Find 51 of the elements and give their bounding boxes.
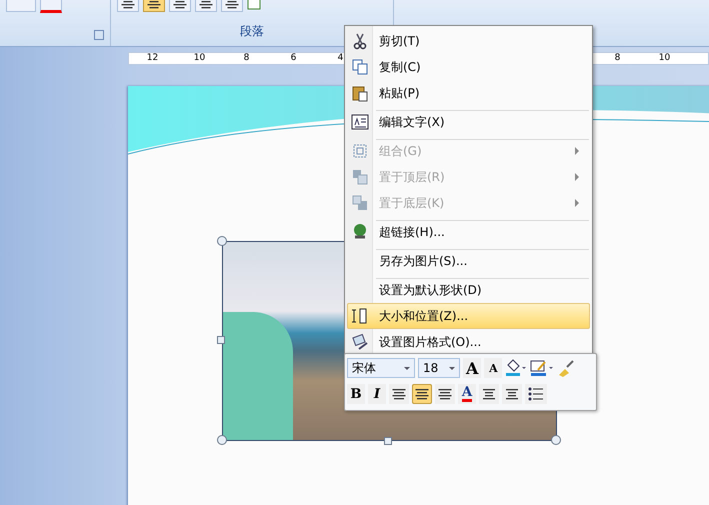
resize-handle[interactable] [217, 435, 227, 445]
bullet-list-icon [528, 387, 544, 401]
align-button[interactable] [435, 384, 455, 404]
lines-icon [225, 0, 239, 10]
globe-link-icon [351, 223, 369, 241]
dialog-launcher-icon[interactable] [94, 30, 104, 40]
menu-item[interactable]: 设置图片格式(O)... [347, 329, 590, 355]
lines-icon [392, 387, 406, 401]
lines-icon [121, 0, 135, 10]
resize-handle[interactable] [217, 336, 225, 344]
group-icon [351, 142, 369, 160]
resize-handle[interactable] [217, 236, 227, 246]
increase-indent-button[interactable] [502, 384, 522, 404]
size-icon [351, 307, 369, 325]
submenu-arrow-icon [575, 199, 579, 207]
fill-color-icon[interactable] [505, 359, 528, 377]
layers-icon [351, 168, 369, 186]
font-color-button[interactable]: A [458, 384, 476, 404]
paste-icon [351, 84, 369, 102]
lines-icon [147, 0, 161, 10]
resize-handle[interactable] [384, 437, 392, 445]
lines-icon [415, 387, 429, 401]
submenu-arrow-icon [575, 173, 579, 181]
bullets-button[interactable] [525, 384, 547, 404]
menu-item[interactable]: 剪切(T) [347, 28, 590, 54]
align-button[interactable] [389, 384, 409, 404]
group-label: 段落 [240, 23, 264, 40]
scissors-icon [351, 32, 369, 50]
bold-button[interactable]: B [347, 384, 365, 404]
lines-icon [199, 0, 213, 10]
grow-font-button[interactable]: A [463, 358, 482, 378]
menu-item[interactable]: 粘贴(P) [347, 80, 590, 106]
format-picture-icon [351, 333, 369, 351]
font-field[interactable]: 宋体 [347, 358, 415, 378]
text-box-icon [351, 113, 369, 131]
lines-icon [438, 387, 452, 401]
shrink-font-button[interactable]: A [484, 358, 502, 378]
menu-item[interactable]: 大小和位置(Z)... [347, 303, 590, 329]
align-button[interactable] [412, 384, 432, 404]
italic-button[interactable]: I [368, 384, 386, 404]
lines-icon [505, 387, 519, 401]
format-painter-icon[interactable] [557, 359, 576, 377]
submenu-arrow-icon [575, 147, 579, 155]
lines-icon [173, 0, 187, 10]
lines-icon [482, 387, 496, 401]
line-color-icon[interactable] [530, 359, 554, 377]
size-field[interactable]: 18 [418, 358, 460, 378]
resize-handle[interactable] [551, 435, 561, 445]
copy-icon [351, 58, 369, 76]
decrease-indent-button[interactable] [479, 384, 499, 404]
layers-icon [351, 194, 369, 212]
